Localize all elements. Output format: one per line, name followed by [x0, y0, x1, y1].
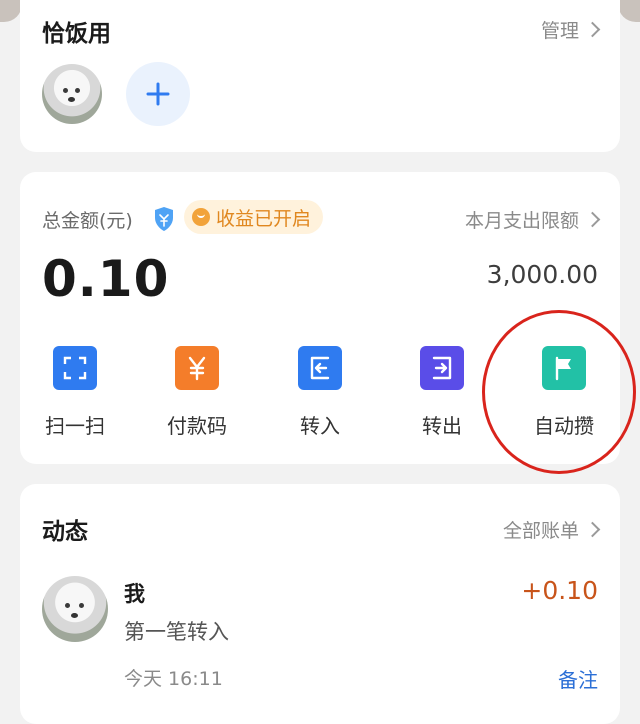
payment-code-label: 付款码 — [167, 414, 227, 438]
dog-eye-left — [63, 88, 68, 93]
transfer-in-label: 转入 — [300, 414, 340, 438]
chevron-right-icon — [584, 521, 601, 538]
payment-code-button[interactable]: 付款码 — [147, 346, 247, 439]
monthly-limit-value: 3,000.00 — [486, 260, 598, 289]
transaction-amount: +0.10 — [521, 576, 598, 605]
manage-link[interactable]: 管理 — [540, 16, 601, 43]
transfer-out-icon — [420, 346, 464, 390]
balance-card: 总金额(元) 收益已开启 本月支出限额 0.10 3,000.00 扫一扫 付款… — [20, 172, 636, 474]
member-avatar[interactable] — [42, 64, 102, 124]
background-corner-left — [0, 0, 22, 22]
transaction-description: 第一笔转入 — [124, 620, 229, 644]
monthly-limit-link[interactable]: 本月支出限额 — [464, 206, 601, 233]
dog-eye-left — [65, 603, 70, 608]
scan-label: 扫一扫 — [45, 414, 105, 438]
transaction-avatar[interactable] — [42, 576, 108, 642]
total-amount-value: 0.10 — [42, 250, 170, 308]
group-title: 恰饭用 — [42, 21, 111, 47]
activity-title: 动态 — [42, 519, 88, 545]
add-member-button[interactable] — [126, 62, 190, 126]
transaction-note-link[interactable]: 备注 — [558, 664, 598, 693]
plus-icon — [146, 82, 170, 106]
scan-icon — [53, 346, 97, 390]
income-badge-label: 收益已开启 — [216, 207, 312, 230]
chevron-right-icon — [584, 21, 601, 38]
income-enabled-badge[interactable]: 收益已开启 — [184, 200, 324, 234]
transfer-out-label: 转出 — [422, 414, 462, 438]
transfer-out-button[interactable]: 转出 — [392, 346, 492, 439]
dog-eye-right — [79, 603, 84, 608]
coin-icon — [192, 208, 210, 226]
shield-icon[interactable] — [153, 206, 175, 232]
activity-card: 动态 全部账单 我 第一笔转入 +0.10 今天 16:11 备注 — [20, 484, 620, 724]
monthly-limit-label: 本月支出限额 — [464, 210, 579, 232]
chevron-right-icon — [584, 211, 601, 228]
transaction-user-name: 我 — [124, 582, 145, 606]
all-bills-label: 全部账单 — [502, 520, 579, 542]
highlight-circle-annotation — [482, 310, 636, 474]
members-card: 恰饭用 管理 — [20, 0, 620, 152]
scan-button[interactable]: 扫一扫 — [25, 346, 125, 439]
manage-label: 管理 — [540, 20, 579, 42]
transfer-in-button[interactable]: 转入 — [270, 346, 370, 439]
dog-nose — [68, 97, 75, 102]
dog-nose — [71, 613, 78, 618]
transfer-in-icon — [298, 346, 342, 390]
background-corner-right — [618, 0, 640, 22]
yuan-icon — [175, 346, 219, 390]
dog-eye-right — [75, 88, 80, 93]
transaction-time: 今天 16:11 — [124, 668, 223, 690]
all-bills-link[interactable]: 全部账单 — [502, 516, 601, 543]
total-amount-label: 总金额(元) — [42, 210, 133, 232]
